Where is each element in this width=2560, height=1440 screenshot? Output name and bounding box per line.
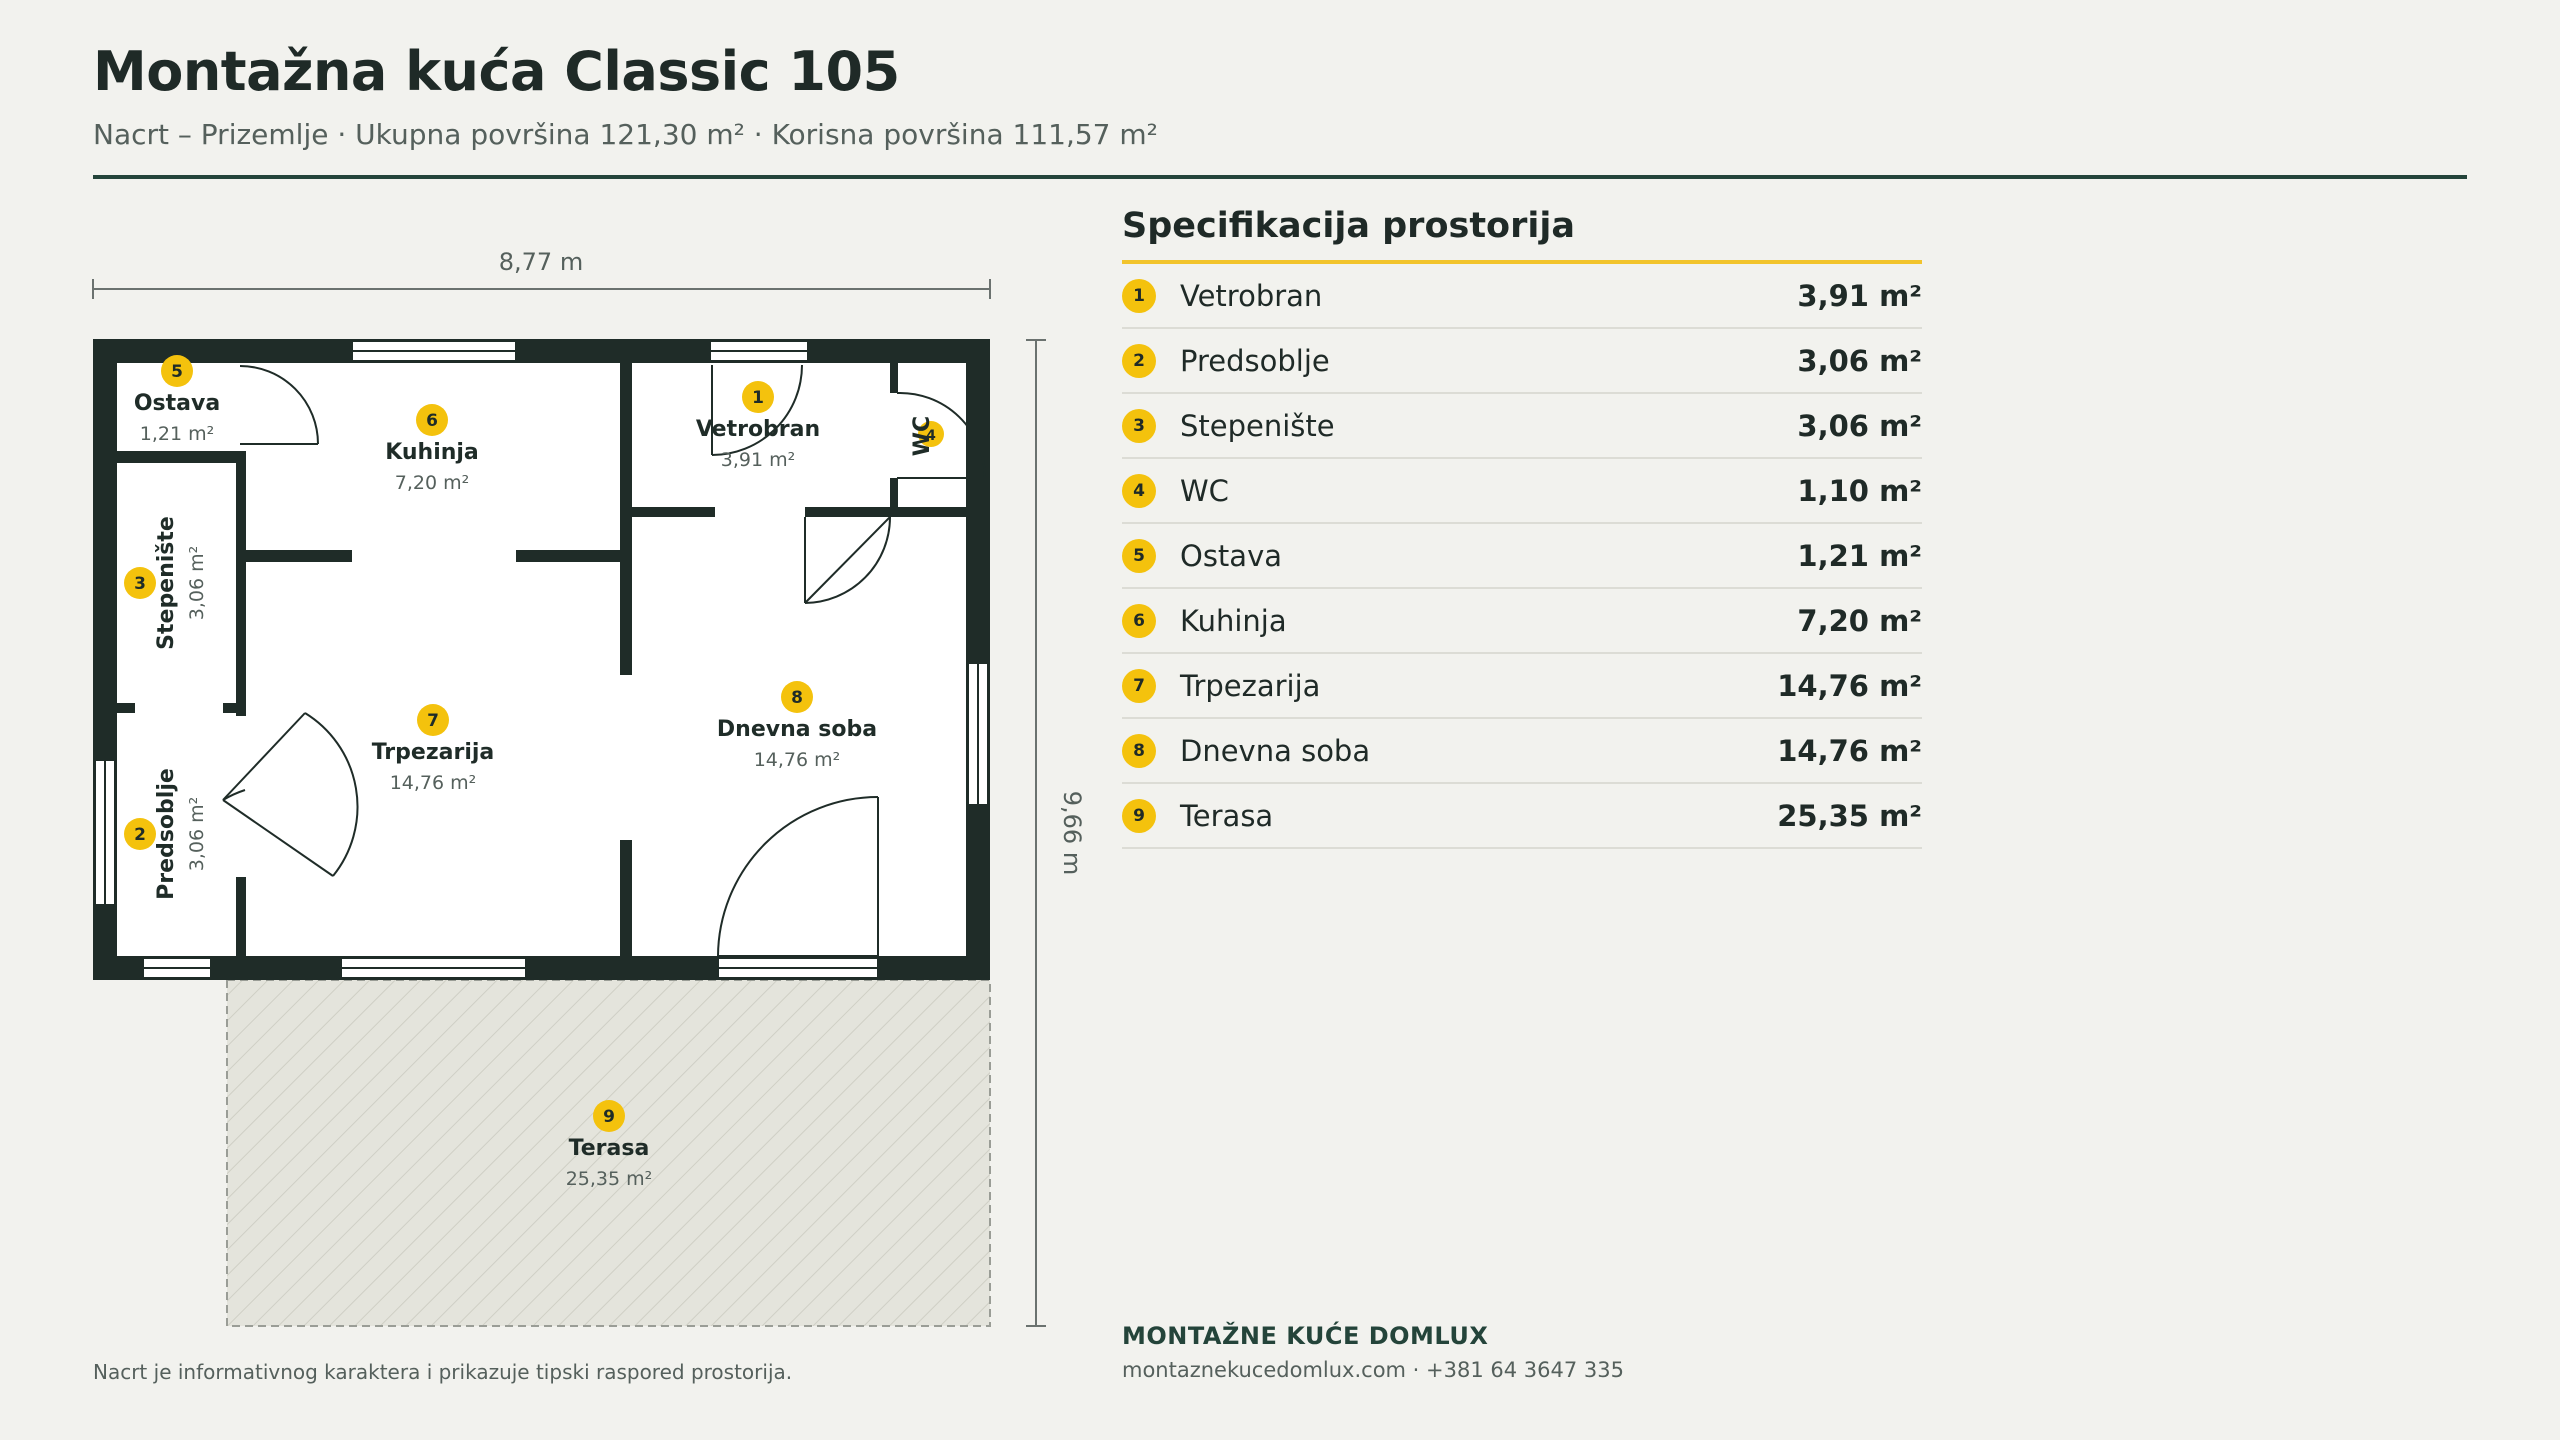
room-area: 3,06 m² xyxy=(186,546,208,620)
room-number: 1 xyxy=(752,388,764,408)
room-area: 1,21 m² xyxy=(140,423,214,445)
width-dimension: 8,77 m xyxy=(92,248,991,299)
spec-badge: 1 xyxy=(1122,278,1156,313)
spec-badge: 5 xyxy=(1122,538,1156,573)
room-area: 3,91 m² xyxy=(721,449,795,471)
room-number: 5 xyxy=(171,362,183,382)
room-area: 7,20 m² xyxy=(395,472,469,494)
height-label: 9,66 m xyxy=(1058,791,1086,875)
room-name: Terasa xyxy=(569,1136,650,1161)
spec-row: 8 Dnevna soba 14,76 m² xyxy=(1122,719,1922,784)
company-brand: MONTAŽNE KUĆE DOMLUX xyxy=(1122,1322,1489,1350)
spec-row: 7 Trpezarija 14,76 m² xyxy=(1122,654,1922,719)
spec-room-area: 25,35 m² xyxy=(1777,798,1922,833)
room-name: Predsoblje xyxy=(154,768,179,900)
room-number: 9 xyxy=(603,1107,615,1127)
spec-title: Specifikacija prostorija xyxy=(1122,206,1922,264)
floor-plan: 8,77 m 9,66 m 5 Ostava 1,21 m² 6 Kuhinja… xyxy=(92,248,1086,1327)
spec-room-name: Terasa xyxy=(1180,798,1274,833)
width-label: 8,77 m xyxy=(499,248,583,276)
spec-room-name: Trpezarija xyxy=(1180,668,1321,703)
spec-room-area: 1,21 m² xyxy=(1797,538,1922,573)
spec-room-name: WC xyxy=(1180,473,1229,508)
spec-row: 2 Predsoblje 3,06 m² xyxy=(1122,329,1922,394)
spec-row: 9 Terasa 25,35 m² xyxy=(1122,784,1922,849)
spec-room-area: 14,76 m² xyxy=(1777,733,1922,768)
spec-room-area: 3,06 m² xyxy=(1797,408,1922,443)
spec-badge: 9 xyxy=(1122,798,1156,833)
room-spec-panel: Specifikacija prostorija 1 Vetrobran 3,9… xyxy=(1122,200,1922,849)
spec-room-area: 1,10 m² xyxy=(1797,473,1922,508)
spec-row: 3 Stepenište 3,06 m² xyxy=(1122,394,1922,459)
spec-room-area: 3,91 m² xyxy=(1797,278,1922,313)
disclaimer-note: Nacrt je informativnog karaktera i prika… xyxy=(93,1360,793,1384)
room-area: 14,76 m² xyxy=(390,772,477,794)
spec-badge: 6 xyxy=(1122,603,1156,638)
spec-room-name: Predsoblje xyxy=(1180,343,1330,378)
spec-room-area: 14,76 m² xyxy=(1777,668,1922,703)
height-dimension: 9,66 m xyxy=(1026,339,1086,1327)
spec-badge: 2 xyxy=(1122,343,1156,378)
spec-row: 4 WC 1,10 m² xyxy=(1122,459,1922,524)
room-number: 3 xyxy=(134,574,146,594)
spec-room-name: Stepenište xyxy=(1180,408,1335,443)
room-name: Ostava xyxy=(134,391,220,416)
spec-room-area: 3,06 m² xyxy=(1797,343,1922,378)
spec-badge: 8 xyxy=(1122,733,1156,768)
room-name: Vetrobran xyxy=(696,417,820,442)
room-area: 14,76 m² xyxy=(754,749,841,771)
spec-badge: 3 xyxy=(1122,408,1156,443)
spec-row: 5 Ostava 1,21 m² xyxy=(1122,524,1922,589)
spec-badge: 4 xyxy=(1122,473,1156,508)
spec-room-name: Ostava xyxy=(1180,538,1283,573)
room-number: 7 xyxy=(427,711,439,731)
room-number: 8 xyxy=(791,688,803,708)
room-name: Kuhinja xyxy=(385,440,479,465)
room-name: Trpezarija xyxy=(372,740,495,765)
room-name: WC xyxy=(910,416,935,456)
spec-row: 1 Vetrobran 3,91 m² xyxy=(1122,264,1922,329)
company-contact: montaznekucedomlux.com · +381 64 3647 33… xyxy=(1122,1358,1624,1382)
room-number: 6 xyxy=(426,411,438,431)
spec-room-name: Dnevna soba xyxy=(1180,733,1371,768)
room-name: Dnevna soba xyxy=(717,717,877,742)
spec-room-name: Vetrobran xyxy=(1180,278,1323,313)
spec-room-area: 7,20 m² xyxy=(1797,603,1922,638)
spec-list: 1 Vetrobran 3,91 m² 2 Predsoblje 3,06 m²… xyxy=(1122,264,1922,849)
spec-row: 6 Kuhinja 7,20 m² xyxy=(1122,589,1922,654)
room-name: Stepenište xyxy=(154,516,179,650)
spec-badge: 7 xyxy=(1122,668,1156,703)
room-area: 3,06 m² xyxy=(186,797,208,871)
room-number: 2 xyxy=(134,825,146,845)
room-area: 25,35 m² xyxy=(566,1168,653,1190)
spec-room-name: Kuhinja xyxy=(1180,603,1287,638)
